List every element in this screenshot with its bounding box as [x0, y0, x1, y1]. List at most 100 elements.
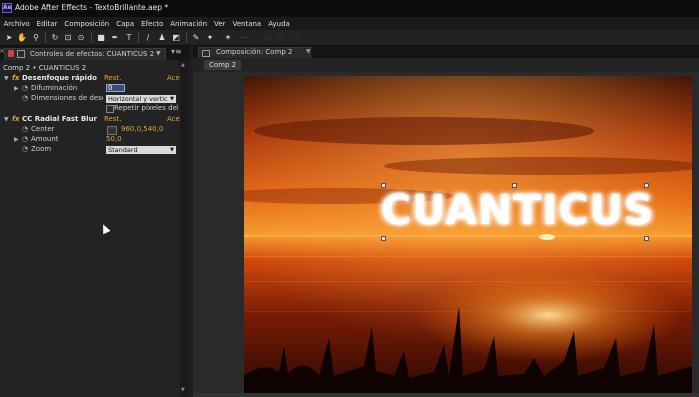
arrow-tool-icon[interactable]: ➤: [4, 33, 14, 42]
axis-mode-icon: ◌: [291, 33, 299, 42]
menu-ver[interactable]: Ver: [211, 20, 229, 28]
scroll-up-arrow-icon[interactable]: ▲: [181, 62, 185, 68]
axis-mode-icon: ◌: [277, 33, 285, 42]
toolbar-separator: [138, 32, 139, 43]
menu-composicion[interactable]: Composición: [61, 20, 113, 28]
mouse-cursor: [99, 222, 111, 235]
chevron-right-icon[interactable]: ▶: [14, 85, 19, 92]
composition-tab-bar: Composición: Comp 2 ▼: [193, 46, 699, 58]
menu-efecto[interactable]: Efecto: [138, 20, 167, 28]
menu-animacion[interactable]: Animación: [167, 20, 211, 28]
type-tool-icon[interactable]: T: [124, 33, 134, 42]
window-title: Adobe After Effects - TextoBrillante.aep…: [15, 3, 169, 12]
panel-menu-icon[interactable]: ▾≡: [171, 48, 182, 56]
about-link[interactable]: Ace: [167, 115, 180, 123]
tab-title: Controles de efectos: CUANTICUS 2: [30, 50, 155, 58]
tab-comp-2[interactable]: Comp 2: [204, 60, 242, 70]
cuanticus-glowing-text[interactable]: CUANTICUS: [381, 186, 654, 234]
sunset-background-image: [244, 76, 692, 394]
composition-panel: Composición: Comp 2 ▼ Comp 2 CUANTICUS: [193, 46, 699, 397]
about-link[interactable]: Ace: [167, 74, 180, 82]
repetir-pixeles-checkbox[interactable]: [106, 105, 114, 113]
tab-composition[interactable]: Composición: Comp 2 ▼: [198, 47, 311, 58]
breadcrumb: Comp 2 • CUANTICUS 2: [3, 64, 87, 72]
center-value[interactable]: 960,0,540,0: [121, 125, 163, 133]
menu-capa[interactable]: Capa: [113, 20, 138, 28]
brush-tool-icon[interactable]: /: [143, 33, 153, 42]
stopwatch-icon[interactable]: ◔: [22, 84, 28, 92]
toolbar-separator: [91, 32, 92, 43]
stopwatch-icon[interactable]: ◔: [22, 94, 28, 102]
effect-row-desenfoque-rapido[interactable]: ▼ fx Desenfoque rápido Rest. Ace: [0, 74, 180, 84]
layer-handle[interactable]: [644, 183, 649, 188]
property-label: Amount: [31, 135, 59, 143]
chevron-down-icon: ▼: [170, 96, 174, 102]
property-label: Zoom: [31, 145, 52, 153]
effect-row-cc-radial-fast-blur[interactable]: ▼ fx CC Radial Fast Blur Rest. Ace: [0, 115, 180, 125]
layer-handle[interactable]: [512, 183, 517, 188]
chevron-down-icon: ▼: [170, 147, 174, 153]
fx-toggle-icon[interactable]: fx: [12, 115, 20, 123]
crosshair-icon[interactable]: [107, 126, 117, 135]
toolbar-separator: [45, 32, 46, 43]
property-row-dimensiones: ◔ Dimensiones de desenf Horizontal y ver…: [0, 94, 180, 104]
axis-mode-icon: ◌: [263, 33, 271, 42]
layer-handle[interactable]: [644, 236, 649, 241]
menu-editar[interactable]: Editar: [33, 20, 61, 28]
lock-icon[interactable]: [8, 50, 14, 57]
difuminacion-value-field[interactable]: 0: [106, 84, 125, 92]
rectangle-tool-icon[interactable]: ■: [96, 33, 106, 42]
effect-name: Desenfoque rápido: [22, 74, 97, 82]
after-effects-app-icon: Ae: [2, 3, 12, 13]
stopwatch-icon[interactable]: ◔: [22, 125, 28, 133]
chevron-right-icon[interactable]: ▶: [14, 136, 19, 143]
clone-stamp-icon[interactable]: ♟: [157, 33, 167, 42]
layer-handle[interactable]: [381, 236, 386, 241]
zoom-dropdown[interactable]: Standard ▼: [106, 146, 176, 154]
roto-brush-icon[interactable]: ✎: [191, 33, 201, 42]
fx-toggle-icon[interactable]: fx: [12, 74, 20, 82]
puppet-pin-icon[interactable]: ✶: [223, 33, 233, 42]
tab-effect-controls[interactable]: Controles de efectos: CUANTICUS 2 ▼: [4, 48, 166, 60]
dimensiones-dropdown[interactable]: Horizontal y vertic ▼: [106, 95, 176, 103]
puppet-pin-icon[interactable]: ✦: [205, 33, 215, 42]
layer-handle[interactable]: [381, 183, 386, 188]
composition-subtabs: Comp 2: [193, 58, 699, 72]
stopwatch-icon[interactable]: ◔: [22, 135, 28, 143]
menu-archivo[interactable]: Archivo: [0, 20, 33, 28]
property-label: Dimensiones de desenf: [31, 94, 103, 102]
chevron-down-icon[interactable]: ▼: [156, 50, 161, 57]
scroll-down-arrow-icon[interactable]: ▼: [181, 387, 185, 393]
stopwatch-icon[interactable]: ◔: [22, 145, 28, 153]
effect-controls-tab-bar: × Controles de efectos: CUANTICUS 2 ▼ ▾≡: [0, 46, 190, 60]
property-row-difuminacion: ▶ ◔ Difuminación 0: [0, 84, 180, 94]
reset-link[interactable]: Rest.: [104, 115, 121, 123]
menu-ayuda[interactable]: Ayuda: [265, 20, 294, 28]
vertical-scrollbar[interactable]: [180, 60, 189, 397]
property-row-amount: ▶ ◔ Amount 50,0: [0, 135, 180, 145]
property-row-repetir-pixeles: Repetir píxeles del b: [0, 104, 180, 114]
zoom-tool-icon[interactable]: ⚲: [31, 33, 41, 42]
camera-tool-icon[interactable]: ⊡: [63, 33, 73, 42]
rotate-tool-icon[interactable]: ↻: [50, 33, 60, 42]
chevron-down-icon[interactable]: ▼: [4, 75, 9, 82]
reset-link[interactable]: Rest.: [104, 74, 121, 82]
chevron-down-icon[interactable]: ▼: [4, 116, 9, 123]
pen-tool-icon[interactable]: ✒: [110, 33, 120, 42]
viewer-bottom-bar: [193, 393, 699, 397]
amount-value[interactable]: 50,0: [106, 135, 122, 143]
title-bar: Ae Adobe After Effects - TextoBrillante.…: [0, 0, 699, 17]
hand-tool-icon[interactable]: ✋: [17, 33, 27, 42]
composition-icon: [202, 50, 210, 57]
chevron-down-icon[interactable]: ▼: [306, 48, 311, 55]
property-label: Repetir píxeles del b: [114, 104, 178, 112]
menu-ventana[interactable]: Ventana: [229, 20, 265, 28]
composition-viewer[interactable]: CUANTICUS: [244, 76, 692, 394]
eraser-icon[interactable]: ◩: [171, 33, 181, 42]
effect-name: CC Radial Fast Blur: [22, 115, 98, 123]
property-label: Difuminación: [31, 84, 78, 92]
pan-behind-icon[interactable]: ⊙: [76, 33, 86, 42]
disabled-tool-icon: ⋯: [241, 33, 249, 42]
toolbar-separator: [186, 32, 187, 43]
tab-title: Composición: Comp 2: [216, 48, 293, 56]
